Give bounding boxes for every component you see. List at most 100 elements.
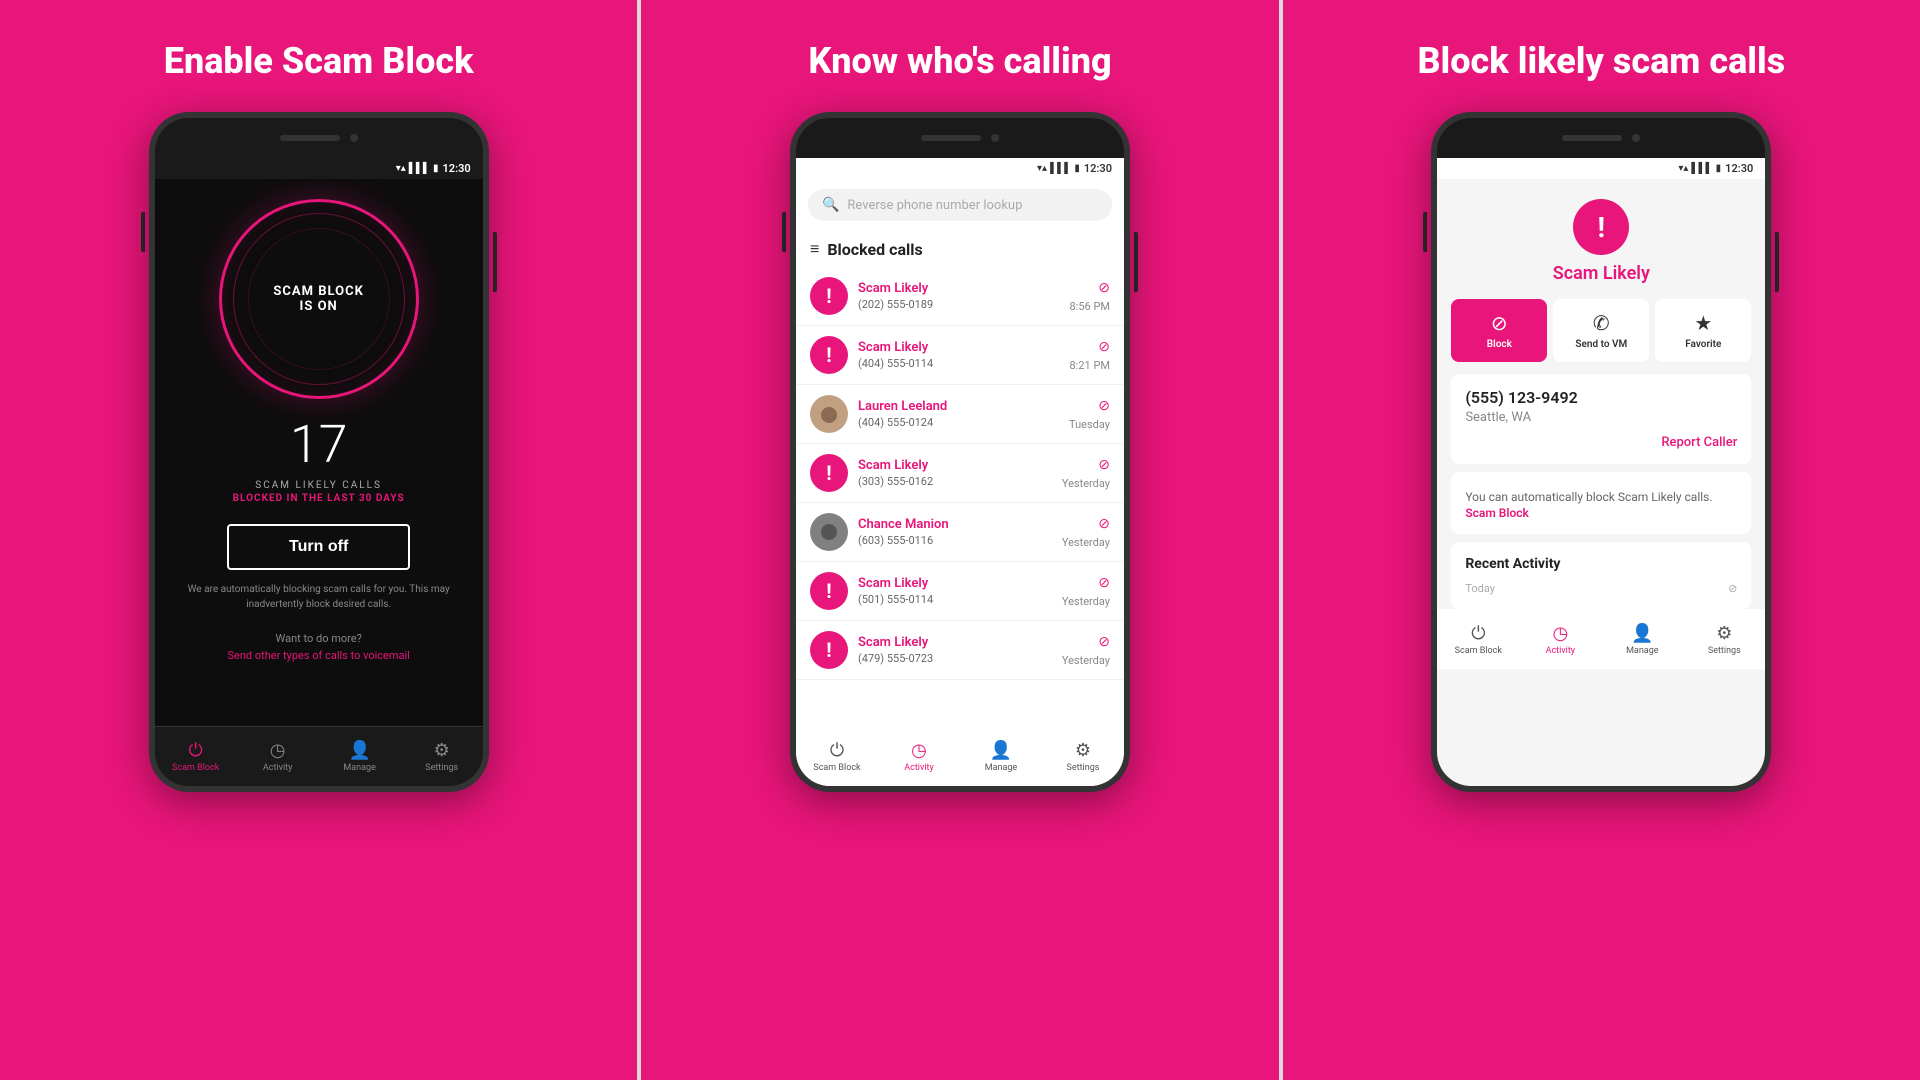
phone2-screen: 🔍 Reverse phone number lookup ≡ Blocked … bbox=[796, 179, 1124, 786]
exclamation-icon-3: ! bbox=[826, 461, 831, 485]
call-meta-4: ⊘ Yesterday bbox=[1062, 457, 1110, 490]
avatar-lauren bbox=[810, 395, 848, 433]
block-icon-7: ⊘ bbox=[1098, 634, 1110, 650]
phone-2-wrapper: ▾▴ ▌▌▌ ▮ 12:30 🔍 Reverse phone number lo… bbox=[790, 112, 1130, 792]
block-icon-3: ⊘ bbox=[1098, 398, 1110, 414]
call-item-1[interactable]: ! Scam Likely (202) 555-0189 ⊘ 8:56 PM bbox=[796, 267, 1124, 326]
scam-likely-label: SCAM LIKELY CALLS bbox=[255, 480, 382, 491]
call-info-3: Lauren Leeland (404) 555-0124 bbox=[858, 399, 1059, 429]
block-label: Block bbox=[1487, 339, 1512, 350]
scam-block-link[interactable]: Scam Block bbox=[1465, 506, 1737, 520]
nav-label-manage-3: Manage bbox=[1626, 646, 1658, 656]
call-number-4: (303) 555-0162 bbox=[858, 475, 1052, 488]
nav-manage-1[interactable]: 👤 Manage bbox=[319, 727, 401, 786]
call-item-4[interactable]: ! Scam Likely (303) 555-0162 ⊘ Yesterday bbox=[796, 444, 1124, 503]
speaker-3 bbox=[1562, 135, 1622, 141]
call-name-2: Scam Likely bbox=[858, 340, 1060, 355]
nav-settings-2[interactable]: ⚙ Settings bbox=[1042, 726, 1124, 786]
blocking-text: We are automatically blocking scam calls… bbox=[155, 582, 483, 612]
exclamation-icon-2: ! bbox=[826, 343, 831, 367]
search-bar[interactable]: 🔍 Reverse phone number lookup bbox=[808, 189, 1112, 221]
call-item-5[interactable]: Chance Manion (603) 555-0116 ⊘ Yesterday bbox=[796, 503, 1124, 562]
incoming-header: ! Scam Likely bbox=[1437, 179, 1765, 299]
nav-icon-settings-1: ⚙ bbox=[434, 740, 450, 761]
caller-number: (555) 123-9492 bbox=[1465, 388, 1737, 407]
nav-settings-3[interactable]: ⚙ Settings bbox=[1683, 609, 1765, 669]
nav-scamblock-2[interactable]: ⏻ Scam Block bbox=[796, 726, 878, 786]
nav-activity-2[interactable]: ◷ Activity bbox=[878, 726, 960, 786]
nav-manage-2[interactable]: 👤 Manage bbox=[960, 726, 1042, 786]
nav-label-scamblock-2: Scam Block bbox=[813, 763, 860, 773]
camera-2 bbox=[991, 134, 999, 142]
call-meta-6: ⊘ Yesterday bbox=[1062, 575, 1110, 608]
call-time-4: Yesterday bbox=[1062, 477, 1110, 490]
avatar-chance bbox=[810, 513, 848, 551]
favorite-action-icon: ★ bbox=[1694, 311, 1712, 335]
wifi-icon-1: ▾▴ bbox=[396, 163, 406, 174]
favorite-button[interactable]: ★ Favorite bbox=[1655, 299, 1751, 362]
scam-likely-title: Scam Likely bbox=[1553, 263, 1650, 284]
call-item-6[interactable]: ! Scam Likely (501) 555-0114 ⊘ Yesterday bbox=[796, 562, 1124, 621]
call-number-7: (479) 555-0723 bbox=[858, 652, 1052, 665]
nav-scamblock-1[interactable]: ⏻ Scam Block bbox=[155, 727, 237, 786]
side-btn-left-3 bbox=[1423, 212, 1427, 252]
recent-activity-title: Recent Activity bbox=[1465, 556, 1737, 572]
avatar-scam-1: ! bbox=[810, 277, 848, 315]
nav-icon-settings-2: ⚙ bbox=[1075, 740, 1091, 761]
side-btn-left-1 bbox=[141, 212, 145, 252]
sendtovm-label: Send to VM bbox=[1575, 339, 1627, 350]
nav-label-manage-2: Manage bbox=[985, 763, 1017, 773]
nav-manage-3[interactable]: 👤 Manage bbox=[1601, 609, 1683, 669]
sendtovm-button[interactable]: ✆ Send to VM bbox=[1553, 299, 1649, 362]
call-item-2[interactable]: ! Scam Likely (404) 555-0114 ⊘ 8:21 PM bbox=[796, 326, 1124, 385]
call-name-1: Scam Likely bbox=[858, 281, 1060, 296]
promo-text: You can automatically block Scam Likely … bbox=[1465, 490, 1712, 504]
status-time-1: 12:30 bbox=[443, 162, 471, 175]
call-time-5: Yesterday bbox=[1062, 536, 1110, 549]
filter-icon: ≡ bbox=[810, 239, 819, 259]
send-voicemail-link[interactable]: Send other types of calls to voicemail bbox=[227, 649, 409, 662]
block-icon-1: ⊘ bbox=[1098, 280, 1110, 296]
panel-2-title: Know who's calling bbox=[808, 40, 1111, 82]
call-item-3[interactable]: Lauren Leeland (404) 555-0124 ⊘ Tuesday bbox=[796, 385, 1124, 444]
wifi-icon-2: ▾▴ bbox=[1037, 163, 1047, 174]
avatar-scam-5: ! bbox=[810, 631, 848, 669]
phone-1: ▾▴ ▌▌▌ ▮ 12:30 SCAM BLOCKIS ON 17 SCAM L… bbox=[149, 112, 489, 792]
avatar-scam-3: ! bbox=[810, 454, 848, 492]
nav-activity-3[interactable]: ◷ Activity bbox=[1519, 609, 1601, 669]
block-icon-2: ⊘ bbox=[1098, 339, 1110, 355]
call-time-1: 8:56 PM bbox=[1070, 300, 1110, 313]
favorite-label: Favorite bbox=[1685, 339, 1721, 350]
nav-scamblock-3[interactable]: ⏻ Scam Block bbox=[1437, 609, 1519, 669]
side-btn-right-1 bbox=[493, 232, 497, 292]
nav-activity-1[interactable]: ◷ Activity bbox=[237, 727, 319, 786]
nav-icon-manage-1: 👤 bbox=[348, 740, 370, 761]
call-item-7[interactable]: ! Scam Likely (479) 555-0723 ⊘ Yesterday bbox=[796, 621, 1124, 680]
phone-1-wrapper: ▾▴ ▌▌▌ ▮ 12:30 SCAM BLOCKIS ON 17 SCAM L… bbox=[149, 112, 489, 792]
exclamation-icon-1: ! bbox=[826, 284, 831, 308]
speaker-1 bbox=[280, 135, 340, 141]
nav-settings-1[interactable]: ⚙ Settings bbox=[401, 727, 483, 786]
report-caller-link[interactable]: Report Caller bbox=[1465, 435, 1737, 450]
battery-icon-2: ▮ bbox=[1074, 163, 1080, 174]
nav-icon-manage-2: 👤 bbox=[990, 740, 1012, 761]
recent-activity: Recent Activity Today ⊘ bbox=[1451, 542, 1751, 609]
bottom-nav-3: ⏻ Scam Block ◷ Activity 👤 Manage ⚙ Setti… bbox=[1437, 609, 1765, 669]
panel-3: Block likely scam calls ▾▴ ▌▌▌ ▮ 12:30 bbox=[1283, 0, 1920, 1080]
blocked-label: BLOCKED IN THE LAST 30 DAYS bbox=[233, 493, 405, 504]
signal-icon-3: ▌▌▌ bbox=[1691, 163, 1712, 174]
call-number-2: (404) 555-0114 bbox=[858, 357, 1060, 370]
activity-today-row: Today ⊘ bbox=[1465, 582, 1737, 595]
block-button[interactable]: ⊘ Block bbox=[1451, 299, 1547, 362]
action-buttons: ⊘ Block ✆ Send to VM ★ Favorite bbox=[1437, 299, 1765, 374]
status-bar-3: ▾▴ ▌▌▌ ▮ 12:30 bbox=[1437, 158, 1765, 179]
call-name-3: Lauren Leeland bbox=[858, 399, 1059, 414]
turn-off-button[interactable]: Turn off bbox=[227, 524, 410, 570]
scam-badge: ! bbox=[1573, 199, 1629, 255]
side-btn-right-2 bbox=[1134, 232, 1138, 292]
call-meta-2: ⊘ 8:21 PM bbox=[1070, 339, 1110, 372]
block-icon-6: ⊘ bbox=[1098, 575, 1110, 591]
scam-count: 17 bbox=[290, 414, 348, 475]
nav-label-scamblock-3: Scam Block bbox=[1455, 646, 1502, 656]
side-btn-right-3 bbox=[1775, 232, 1779, 292]
